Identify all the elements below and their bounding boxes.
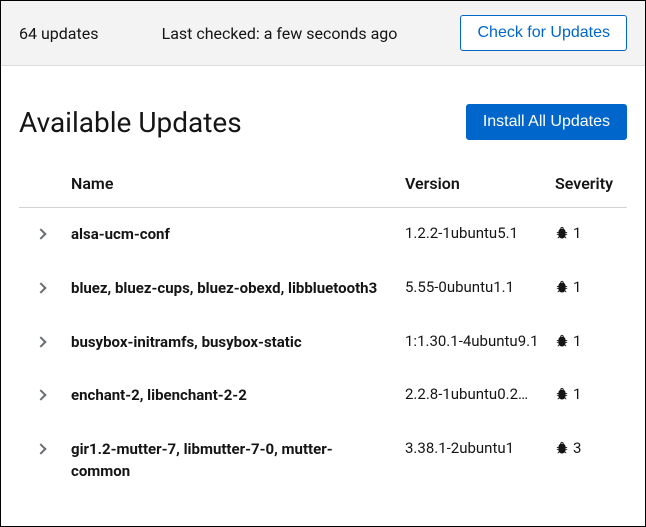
chevron-right-icon — [35, 228, 46, 239]
package-name: busybox-initramfs, busybox-static — [63, 316, 397, 370]
page-title: Available Updates — [19, 106, 242, 139]
bug-icon — [555, 387, 569, 405]
table-row: busybox-initramfs, busybox-static 1:1.30… — [19, 316, 627, 370]
package-version: 3.38.1-2ubuntu1 — [397, 423, 547, 499]
expand-toggle[interactable] — [19, 262, 63, 316]
column-severity: Severity — [547, 164, 627, 208]
package-severity: 3 — [547, 423, 627, 499]
expand-toggle[interactable] — [19, 423, 63, 499]
bug-icon — [555, 441, 569, 459]
table-row: enchant-2, libenchant-2-2 2.2.8-1ubuntu0… — [19, 369, 627, 423]
package-version: 1.2.2-1ubuntu5.1 — [397, 208, 547, 262]
bug-icon — [555, 280, 569, 298]
severity-count: 3 — [573, 439, 581, 457]
updates-table: Name Version Severity alsa-ucm-conf 1.2.… — [19, 164, 627, 499]
bug-icon — [555, 226, 569, 244]
table-row: alsa-ucm-conf 1.2.2-1ubuntu5.1 1 — [19, 208, 627, 262]
install-all-updates-button[interactable]: Install All Updates — [466, 104, 627, 140]
package-severity: 1 — [547, 316, 627, 370]
package-severity: 1 — [547, 208, 627, 262]
package-name: gir1.2-mutter-7, libmutter-7-0, mutter-c… — [63, 423, 397, 499]
content-area: Available Updates Install All Updates Na… — [1, 66, 645, 499]
update-count: 64 updates — [19, 24, 98, 43]
title-row: Available Updates Install All Updates — [19, 104, 627, 140]
package-version: 2.2.8-1ubuntu0.2… — [397, 369, 547, 423]
severity-count: 1 — [573, 332, 581, 350]
package-name: alsa-ucm-conf — [63, 208, 397, 262]
expand-toggle[interactable] — [19, 316, 63, 370]
expand-toggle[interactable] — [19, 369, 63, 423]
column-name: Name — [63, 164, 397, 208]
header-bar: 64 updates Last checked: a few seconds a… — [1, 1, 645, 66]
package-severity: 1 — [547, 369, 627, 423]
chevron-right-icon — [35, 336, 46, 347]
chevron-right-icon — [35, 443, 46, 454]
package-severity: 1 — [547, 262, 627, 316]
chevron-right-icon — [35, 390, 46, 401]
table-row: gir1.2-mutter-7, libmutter-7-0, mutter-c… — [19, 423, 627, 499]
table-row: bluez, bluez-cups, bluez-obexd, libbluet… — [19, 262, 627, 316]
check-for-updates-button[interactable]: Check for Updates — [460, 15, 627, 51]
column-expand — [19, 164, 63, 208]
last-checked-label: Last checked: a few seconds ago — [110, 24, 448, 43]
chevron-right-icon — [35, 282, 46, 293]
package-version: 5.55-0ubuntu1.1 — [397, 262, 547, 316]
severity-count: 1 — [573, 278, 581, 296]
column-version: Version — [397, 164, 547, 208]
package-name: enchant-2, libenchant-2-2 — [63, 369, 397, 423]
scroll-area[interactable]: 64 updates Last checked: a few seconds a… — [1, 1, 645, 526]
expand-toggle[interactable] — [19, 208, 63, 262]
severity-count: 1 — [573, 224, 581, 242]
table-header-row: Name Version Severity — [19, 164, 627, 208]
severity-count: 1 — [573, 385, 581, 403]
package-version: 1:1.30.1-4ubuntu9.1 — [397, 316, 547, 370]
package-name: bluez, bluez-cups, bluez-obexd, libbluet… — [63, 262, 397, 316]
bug-icon — [555, 334, 569, 352]
